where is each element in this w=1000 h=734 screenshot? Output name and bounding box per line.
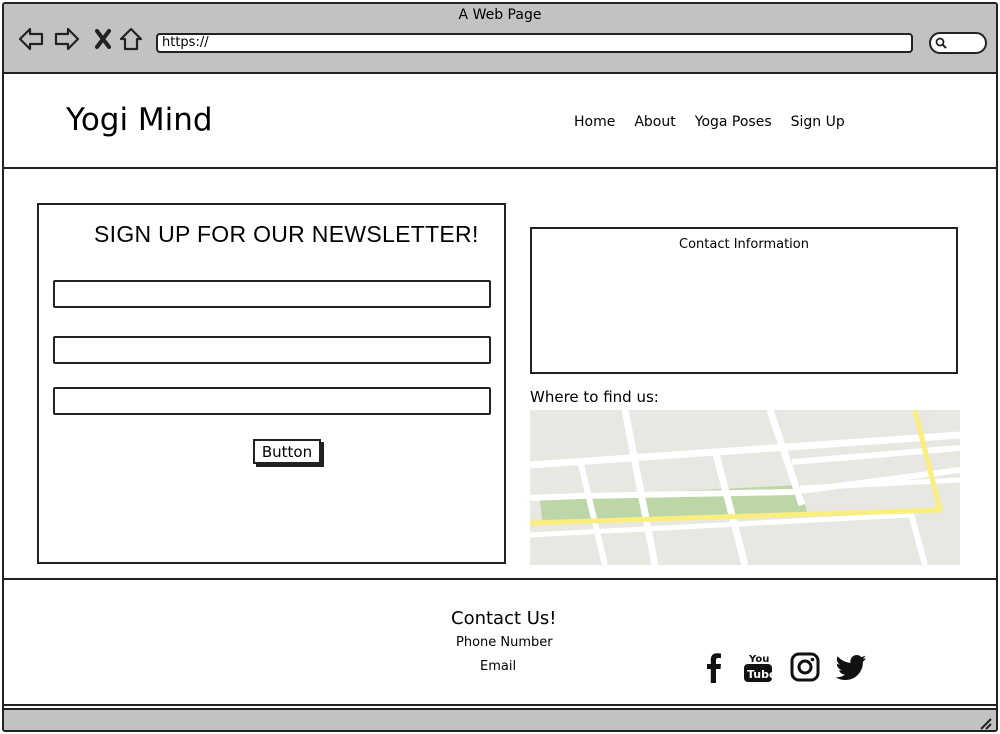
browser-chrome: A Web Page https:// <box>4 4 996 74</box>
nav-home[interactable]: Home <box>574 114 615 130</box>
close-icon[interactable] <box>88 24 118 54</box>
url-bar[interactable]: https:// <box>156 33 913 53</box>
footer-phone: Phone Number <box>456 635 553 650</box>
footer-email: Email <box>480 659 517 674</box>
newsletter-field-3[interactable] <box>53 387 491 415</box>
newsletter-panel: SIGN UP FOR OUR NEWSLETTER! Button <box>37 203 506 564</box>
map-heading: Where to find us: <box>530 388 659 406</box>
nav-sign-up[interactable]: Sign Up <box>791 114 845 130</box>
site-header: Yogi Mind Home About Yoga Poses Sign Up <box>4 74 996 169</box>
contact-info-box: Contact Information <box>530 227 958 374</box>
browser-search-box[interactable] <box>929 32 987 54</box>
footer-title: Contact Us! <box>451 608 557 629</box>
nav-about[interactable]: About <box>634 114 675 130</box>
site-logo[interactable]: Yogi Mind <box>66 102 213 138</box>
back-arrow-icon[interactable] <box>16 24 46 54</box>
newsletter-submit-button[interactable]: Button <box>253 439 321 464</box>
location-map[interactable] <box>530 410 960 565</box>
newsletter-field-2[interactable] <box>53 336 491 364</box>
svg-text:You: You <box>748 654 769 665</box>
nav-yoga-poses[interactable]: Yoga Poses <box>695 114 772 130</box>
forward-arrow-icon[interactable] <box>52 24 82 54</box>
browser-status-bar <box>4 708 996 730</box>
resize-grip-icon[interactable] <box>978 716 992 730</box>
browser-window: A Web Page https:// Yogi Mind Home About… <box>2 2 998 732</box>
site-footer: Contact Us! Phone Number Email You Tube <box>4 578 996 706</box>
newsletter-title: SIGN UP FOR OUR NEWSLETTER! <box>94 221 479 247</box>
newsletter-field-1[interactable] <box>53 280 491 308</box>
main-nav: Home About Yoga Poses Sign Up <box>574 114 864 130</box>
twitter-icon[interactable] <box>835 650 869 684</box>
youtube-icon[interactable]: You Tube <box>741 650 775 684</box>
home-icon[interactable] <box>116 24 146 54</box>
instagram-icon[interactable] <box>788 650 822 684</box>
svg-text:Tube: Tube <box>747 668 775 681</box>
contact-info-title: Contact Information <box>679 237 809 252</box>
window-title: A Web Page <box>458 7 542 23</box>
search-icon <box>935 37 947 49</box>
facebook-icon[interactable] <box>697 650 731 684</box>
